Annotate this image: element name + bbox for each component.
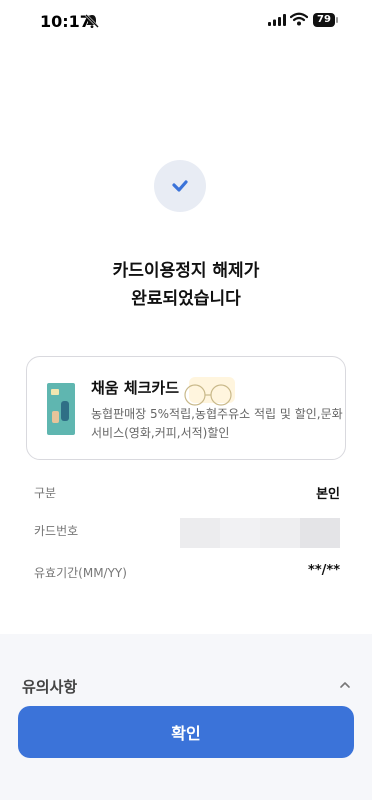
- result-headline-line2: 완료되었습니다: [131, 289, 241, 309]
- detail-row-type: 구분 본인: [34, 478, 340, 508]
- card-number-label: 카드번호: [34, 524, 79, 538]
- card-image: [47, 383, 75, 435]
- card-number-masked: [180, 518, 340, 548]
- chevron-up-icon[interactable]: [338, 678, 352, 692]
- battery-icon: 79: [313, 13, 339, 27]
- confirm-button[interactable]: 확인: [18, 706, 354, 758]
- battery-level: 79: [313, 13, 335, 27]
- result-headline-line1: 카드이용정지 해제가: [112, 261, 260, 281]
- card-info-box: 채움 체크카드 농협판매장 5%적립,농협주유소 적립 및 할인,문화서비스(영…: [26, 356, 346, 460]
- expiry-value: **/**: [308, 563, 340, 578]
- status-bar: 10:17 79: [0, 0, 372, 44]
- notice-title[interactable]: 유의사항: [22, 676, 77, 697]
- success-check-icon: [154, 160, 206, 212]
- detail-row-card-number: 카드번호: [34, 516, 340, 548]
- card-description: 농협판매장 5%적립,농협주유소 적립 및 할인,문화서비스(영화,커피,서적)…: [91, 407, 343, 440]
- bell-muted-icon: [85, 14, 99, 28]
- wifi-icon: [290, 12, 308, 26]
- signal-icon: [268, 14, 286, 26]
- detail-row-expiry: 유효기간(MM/YY) **/**: [34, 558, 340, 588]
- expiry-label: 유효기간(MM/YY): [34, 566, 127, 580]
- type-label: 구분: [34, 486, 57, 500]
- card-name: 채움 체크카드: [91, 379, 180, 397]
- type-value: 본인: [316, 487, 340, 502]
